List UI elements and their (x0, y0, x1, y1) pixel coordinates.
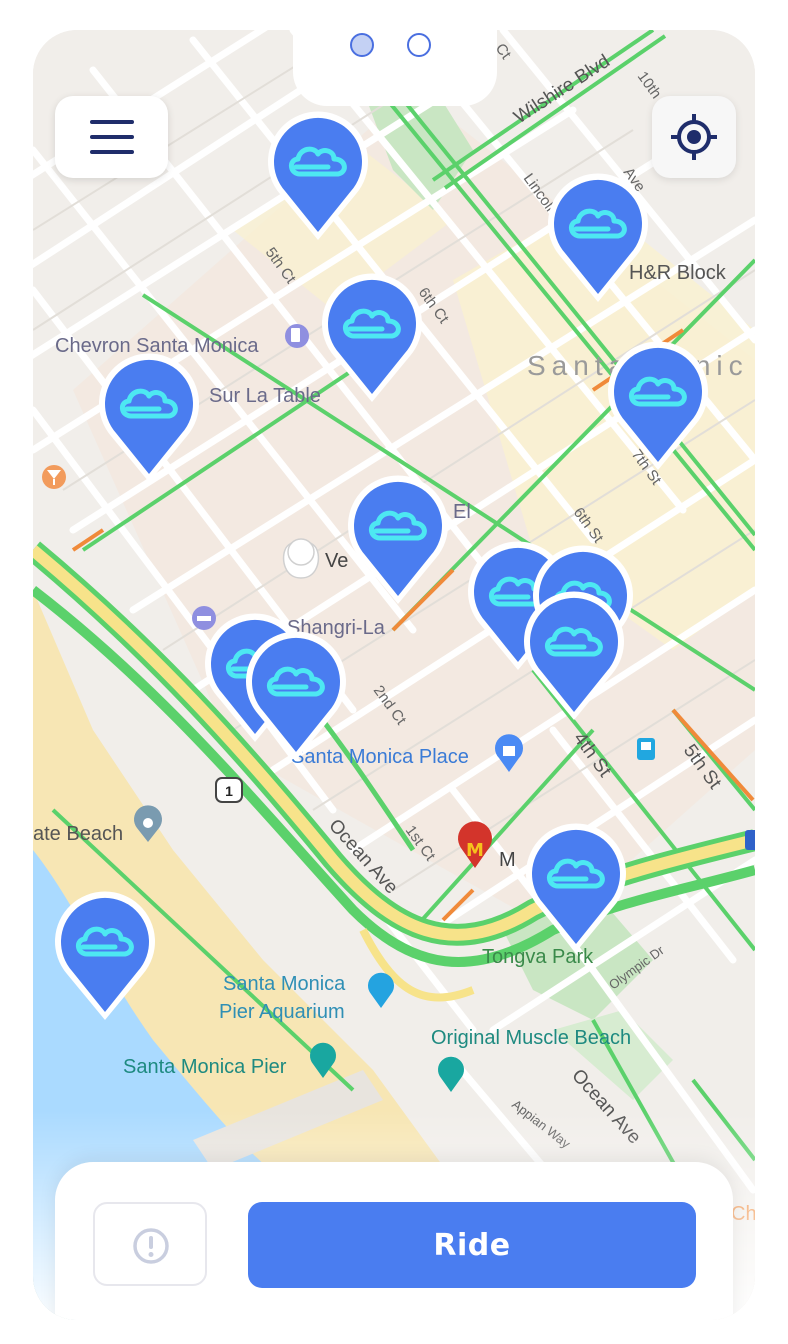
place-label-aquarium: Santa Monica (223, 973, 346, 995)
place-label-aquarium: Pier Aquarium (219, 1001, 345, 1023)
svg-text:M: M (466, 840, 484, 861)
scooter-marker[interactable] (316, 270, 428, 406)
scooter-marker[interactable] (49, 888, 161, 1024)
scooter-marker[interactable] (93, 350, 205, 486)
place-label-state-beach: ate Beach (33, 823, 123, 845)
place-label-sur-la-table: Sur La Table (209, 385, 321, 407)
scooter-marker[interactable] (240, 628, 352, 764)
hamburger-menu-icon (90, 150, 134, 154)
alert-exclamation-icon (133, 1228, 169, 1264)
place-label-muscle-beach: Original Muscle Beach (431, 1027, 631, 1049)
cloud-scooter-icon (55, 891, 155, 1020)
hamburger-menu-icon (90, 120, 134, 124)
place-label-el: El (453, 501, 471, 523)
route-shield: 1 (215, 777, 243, 803)
cloud-scooter-icon (246, 631, 346, 760)
page-dot-active[interactable] (350, 33, 374, 57)
scooter-marker[interactable] (602, 338, 714, 474)
scooter-marker[interactable] (520, 820, 632, 956)
gas-station-icon (285, 324, 309, 348)
cloud-scooter-icon (526, 823, 626, 952)
cloud-scooter-icon (348, 475, 448, 604)
page-dot[interactable] (407, 33, 431, 57)
highway-shield (745, 830, 755, 850)
svg-text:1: 1 (225, 783, 233, 799)
verizon-pin-icon (282, 538, 320, 579)
scooter-marker[interactable] (262, 108, 374, 244)
scooter-marker[interactable] (542, 170, 654, 306)
bar-icon (42, 465, 66, 489)
scooter-marker[interactable] (518, 588, 630, 724)
cloud-scooter-icon (608, 341, 708, 470)
cloud-scooter-icon (268, 111, 368, 240)
phone-screen: M 1 Wilshire Blvd Lincoln Ave 10th Ct Ct… (33, 30, 755, 1320)
locate-me-button[interactable] (652, 96, 736, 178)
scooter-marker[interactable] (342, 472, 454, 608)
place-label-pier: Santa Monica Pier (123, 1056, 287, 1078)
page-indicator-notch (293, 30, 497, 106)
bottom-action-panel: Ride (55, 1162, 733, 1320)
locate-crosshair-icon (671, 114, 717, 160)
menu-button[interactable] (55, 96, 168, 178)
transit-icon (637, 738, 655, 760)
report-issue-button[interactable] (93, 1202, 207, 1286)
hamburger-menu-icon (90, 135, 134, 139)
place-label-mcdonalds: M (499, 849, 516, 871)
ride-button[interactable]: Ride (248, 1202, 696, 1288)
cloud-scooter-icon (548, 173, 648, 302)
cloud-scooter-icon (524, 591, 624, 720)
cloud-scooter-icon (322, 273, 422, 402)
cloud-scooter-icon (99, 353, 199, 482)
